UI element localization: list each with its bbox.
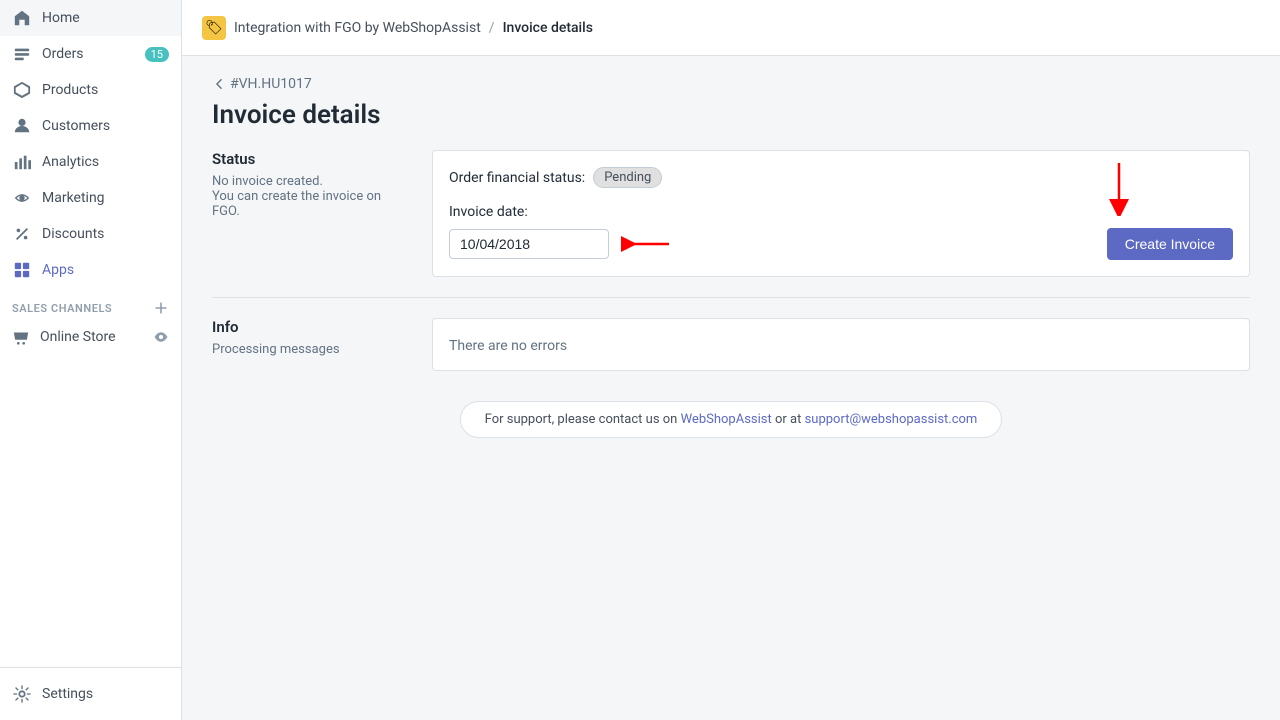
no-errors-text: There are no errors	[449, 338, 567, 354]
sidebar-item-apps[interactable]: Apps	[0, 252, 181, 288]
sidebar-label-marketing: Marketing	[42, 190, 105, 206]
topbar: 🏷 Integration with FGO by WebShopAssist …	[182, 0, 1280, 56]
sales-channels-section: SALES CHANNELS	[0, 288, 181, 320]
support-box: For support, please contact us on WebSho…	[460, 401, 1003, 438]
sidebar-item-discounts[interactable]: Discounts	[0, 216, 181, 252]
support-link-email[interactable]: support@webshopassist.com	[805, 412, 978, 427]
order-financial-status-row: Order financial status: Pending	[449, 167, 1233, 188]
back-link-text: #VH.HU1017	[230, 76, 312, 92]
create-invoice-button[interactable]: Create Invoice	[1107, 228, 1233, 260]
sales-channels-label: SALES CHANNELS	[12, 302, 112, 315]
settings-label: Settings	[42, 686, 93, 702]
analytics-icon	[12, 152, 32, 172]
support-prefix: For support, please contact us on	[485, 412, 678, 427]
orders-badge: 15	[145, 47, 169, 62]
main-content: 🏷 Integration with FGO by WebShopAssist …	[182, 0, 1280, 720]
online-store-label: Online Store	[40, 329, 116, 345]
settings-icon	[12, 684, 32, 704]
products-icon	[12, 80, 32, 100]
page-title: Invoice details	[212, 100, 1250, 130]
online-store-icon	[12, 328, 30, 346]
invoice-date-input-wrap	[449, 229, 609, 259]
status-section: Status No invoice created. You can creat…	[212, 150, 1250, 277]
divider	[212, 297, 1250, 298]
status-label-col: Status No invoice created. You can creat…	[212, 150, 412, 277]
sidebar-item-marketing[interactable]: Marketing	[0, 180, 181, 216]
breadcrumb-app-name[interactable]: Integration with FGO by WebShopAssist	[234, 20, 481, 36]
eye-icon[interactable]	[153, 329, 169, 345]
sidebar-label-orders: Orders	[42, 46, 84, 62]
marketing-icon	[12, 188, 32, 208]
sidebar-item-customers[interactable]: Customers	[0, 108, 181, 144]
app-icon: 🏷	[202, 16, 226, 40]
sidebar-label-analytics: Analytics	[42, 154, 99, 170]
sidebar-bottom: Settings	[0, 667, 181, 720]
sidebar-label-home: Home	[42, 10, 80, 26]
status-heading: Status	[212, 150, 412, 168]
discounts-icon	[12, 224, 32, 244]
support-link-webshopassist[interactable]: WebShopAssist	[681, 412, 772, 427]
status-card: Order financial status: Pending Invoice …	[432, 150, 1250, 277]
breadcrumb: Integration with FGO by WebShopAssist / …	[234, 20, 593, 36]
financial-status-label: Order financial status:	[449, 170, 585, 186]
home-icon	[12, 8, 32, 28]
customers-icon	[12, 116, 32, 136]
sidebar-item-orders[interactable]: Orders 15	[0, 36, 181, 72]
sidebar-label-discounts: Discounts	[42, 226, 104, 242]
sidebar-item-online-store[interactable]: Online Store	[0, 320, 181, 354]
sidebar-label-apps: Apps	[42, 262, 74, 278]
breadcrumb-current: Invoice details	[503, 20, 593, 36]
orders-icon	[12, 44, 32, 64]
info-card: There are no errors	[432, 318, 1250, 371]
sidebar-label-products: Products	[42, 82, 98, 98]
no-invoice-text: No invoice created.	[212, 174, 412, 189]
info-label-col: Info Processing messages	[212, 318, 412, 371]
sidebar-nav: Home Orders 15 Products Customers Anal	[0, 0, 181, 667]
red-arrow-left-annotation	[621, 234, 671, 254]
processing-label: Processing messages	[212, 342, 412, 357]
sidebar-item-analytics[interactable]: Analytics	[0, 144, 181, 180]
app-icon-emoji: 🏷	[205, 20, 223, 36]
sidebar-label-customers: Customers	[42, 118, 110, 134]
breadcrumb-separator: /	[489, 20, 495, 36]
status-badge: Pending	[593, 167, 662, 188]
support-footer: For support, please contact us on WebSho…	[212, 401, 1250, 438]
page-content: #VH.HU1017 Invoice details Status No inv…	[182, 56, 1280, 720]
back-link[interactable]: #VH.HU1017	[212, 76, 1250, 92]
invoice-date-section: Invoice date:	[449, 204, 1233, 260]
sidebar-item-products[interactable]: Products	[0, 72, 181, 108]
info-heading: Info	[212, 318, 412, 336]
info-section: Info Processing messages There are no er…	[212, 318, 1250, 371]
back-chevron-icon	[212, 77, 226, 91]
create-hint-text: You can create the invoice on FGO.	[212, 189, 412, 219]
sidebar-item-home[interactable]: Home	[0, 0, 181, 36]
sidebar: Home Orders 15 Products Customers Anal	[0, 0, 182, 720]
invoice-date-label: Invoice date:	[449, 204, 1233, 220]
sidebar-item-settings[interactable]: Settings	[0, 676, 181, 712]
add-sales-channel-icon[interactable]	[153, 300, 169, 316]
support-middle: or at	[775, 412, 805, 427]
invoice-date-input[interactable]	[449, 229, 609, 259]
apps-icon	[12, 260, 32, 280]
invoice-date-row: Create Invoice	[449, 228, 1233, 260]
